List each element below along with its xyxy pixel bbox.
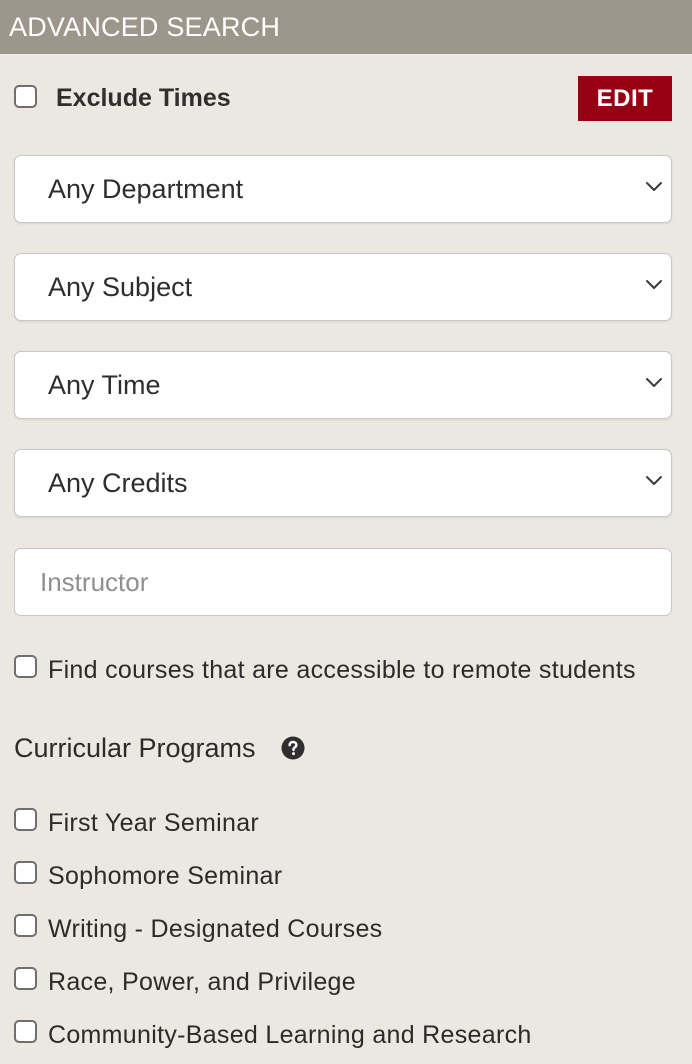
writing-designated-checkbox[interactable] bbox=[14, 914, 37, 937]
exclude-times-label: Exclude Times bbox=[56, 84, 231, 112]
sophomore-seminar-label: Sophomore Seminar bbox=[48, 862, 283, 890]
time-select[interactable]: Any Time bbox=[14, 351, 672, 419]
sophomore-seminar-checkbox[interactable] bbox=[14, 861, 37, 884]
race-power-privilege-checkbox[interactable] bbox=[14, 967, 37, 990]
remote-students-checkbox[interactable] bbox=[14, 655, 37, 678]
writing-designated-label: Writing - Designated Courses bbox=[48, 915, 383, 943]
exclude-times-checkbox[interactable] bbox=[14, 85, 37, 108]
community-based-learning-label: Community-Based Learning and Research bbox=[48, 1021, 532, 1049]
advanced-search-header: ADVANCED SEARCH bbox=[0, 0, 692, 54]
chevron-down-icon bbox=[646, 182, 662, 191]
subject-select[interactable]: Any Subject bbox=[14, 253, 672, 321]
curricular-programs-heading: Curricular Programs bbox=[14, 733, 256, 763]
time-select-value: Any Time bbox=[48, 370, 161, 400]
credits-select-value: Any Credits bbox=[48, 468, 188, 498]
remote-students-label: Find courses that are accessible to remo… bbox=[48, 656, 636, 684]
credits-select[interactable]: Any Credits bbox=[14, 449, 672, 517]
chevron-down-icon bbox=[646, 378, 662, 387]
first-year-seminar-label: First Year Seminar bbox=[48, 809, 260, 837]
department-select-value: Any Department bbox=[48, 174, 244, 204]
edit-button[interactable]: EDIT bbox=[578, 76, 672, 121]
first-year-seminar-checkbox[interactable] bbox=[14, 808, 37, 831]
question-circle-icon[interactable] bbox=[281, 736, 305, 760]
chevron-down-icon bbox=[646, 476, 662, 485]
department-select[interactable]: Any Department bbox=[14, 155, 672, 223]
race-power-privilege-label: Race, Power, and Privilege bbox=[48, 968, 356, 996]
instructor-input[interactable] bbox=[14, 548, 672, 616]
chevron-down-icon bbox=[646, 280, 662, 289]
community-based-learning-checkbox[interactable] bbox=[14, 1020, 37, 1043]
subject-select-value: Any Subject bbox=[48, 272, 193, 302]
header-title: ADVANCED SEARCH bbox=[9, 12, 281, 42]
